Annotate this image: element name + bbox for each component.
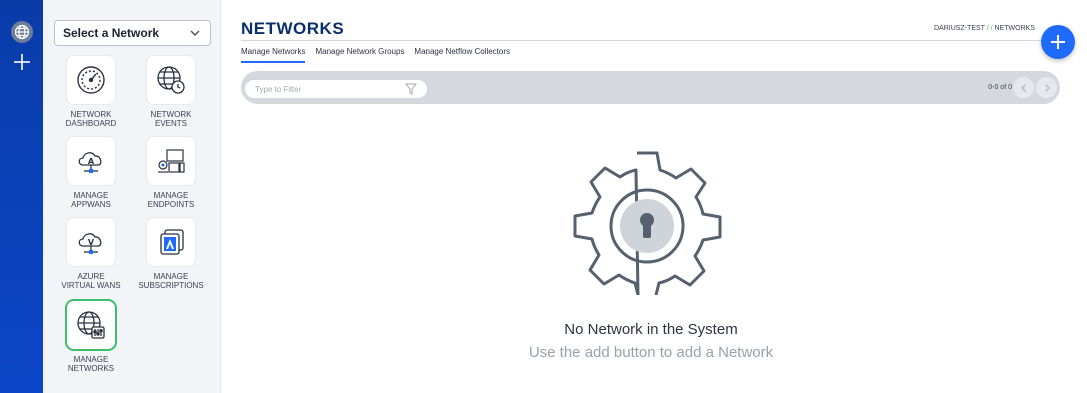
tile-label: AZURE VIRTUAL WANS (61, 272, 121, 290)
network-select[interactable]: Select a Network (54, 20, 211, 46)
tile-network-dashboard[interactable]: NETWORK DASHBOARD (51, 56, 131, 128)
title-divider (241, 40, 1041, 41)
tile-azure-virtual-wans[interactable]: V AZURE VIRTUAL WANS (51, 218, 131, 290)
chevron-right-icon (1044, 83, 1050, 92)
cloud-v-icon: V (78, 233, 102, 254)
left-rail (0, 0, 43, 393)
empty-state-subtitle: Use the add button to add a Network (528, 344, 774, 361)
pagination-count: 0-0 of 0 (988, 84, 1012, 91)
globe-clock-icon (157, 66, 185, 94)
breadcrumb: DARIUSZ-TEST / / NETWORKS (934, 25, 1035, 32)
endpoints-devices-icon (158, 149, 185, 173)
tile-manage-appwans[interactable]: A MANAGE APPWANS (51, 137, 131, 209)
svg-text:V: V (88, 238, 95, 247)
filter-box (245, 80, 427, 98)
main-content: NETWORKS DARIUSZ-TEST / / NETWORKS Manag… (221, 0, 1087, 393)
prev-page-button[interactable] (1013, 77, 1034, 98)
tile-label: NETWORK DASHBOARD (65, 110, 117, 128)
breadcrumb-page: NETWORKS (994, 25, 1035, 32)
tile-label: MANAGE APPWANS (71, 191, 111, 209)
tile-manage-subscriptions[interactable]: MANAGE SUBSCRIPTIONS (131, 218, 211, 290)
empty-state-title: No Network in the System (564, 321, 738, 338)
chevron-down-icon (190, 30, 200, 36)
tab-manage-networks[interactable]: Manage Networks (241, 47, 306, 63)
svg-text:A: A (88, 157, 95, 166)
plus-icon (1051, 35, 1065, 49)
breadcrumb-separator: / / (984, 25, 995, 32)
gear-lock-icon (573, 151, 722, 295)
page-title: NETWORKS (241, 19, 345, 38)
cloud-a-icon: A (78, 152, 102, 173)
dashboard-gauge-icon (77, 66, 105, 94)
tile-manage-endpoints[interactable]: MANAGE ENDPOINTS (131, 137, 211, 209)
tile-label: MANAGE ENDPOINTS (147, 191, 195, 209)
filter-input[interactable] (255, 84, 405, 94)
breadcrumb-org[interactable]: DARIUSZ-TEST (934, 25, 985, 32)
filter-toolbar: 0-0 of 0 (241, 71, 1060, 104)
add-network-button[interactable] (1041, 25, 1075, 59)
next-page-button[interactable] (1036, 77, 1057, 98)
tile-label: NETWORK EVENTS (150, 110, 192, 128)
tab-bar: Manage Networks Manage Network Groups Ma… (241, 47, 510, 63)
network-select-value: Select a Network (63, 26, 160, 40)
tab-manage-netflow-collectors[interactable]: Manage Netflow Collectors (414, 47, 510, 63)
globe-sliders-icon (77, 311, 105, 339)
globe-icon[interactable] (11, 21, 33, 43)
tab-manage-network-groups[interactable]: Manage Network Groups (315, 47, 404, 63)
plus-icon[interactable] (10, 50, 34, 74)
sidebar: Select a Network NETWORK DASHBOARD NETWO… (43, 0, 221, 393)
tile-label: MANAGE SUBSCRIPTIONS (138, 272, 204, 290)
app-root: Select a Network NETWORK DASHBOARD NETWO… (0, 0, 1087, 393)
tile-label: MANAGE NETWORKS (67, 355, 115, 373)
chevron-left-icon (1020, 83, 1026, 92)
tile-network-events[interactable]: NETWORK EVENTS (131, 56, 211, 128)
filter-funnel-icon[interactable] (405, 83, 417, 95)
subscriptions-azure-icon (160, 229, 184, 255)
tile-manage-networks[interactable]: MANAGE NETWORKS (51, 301, 131, 373)
